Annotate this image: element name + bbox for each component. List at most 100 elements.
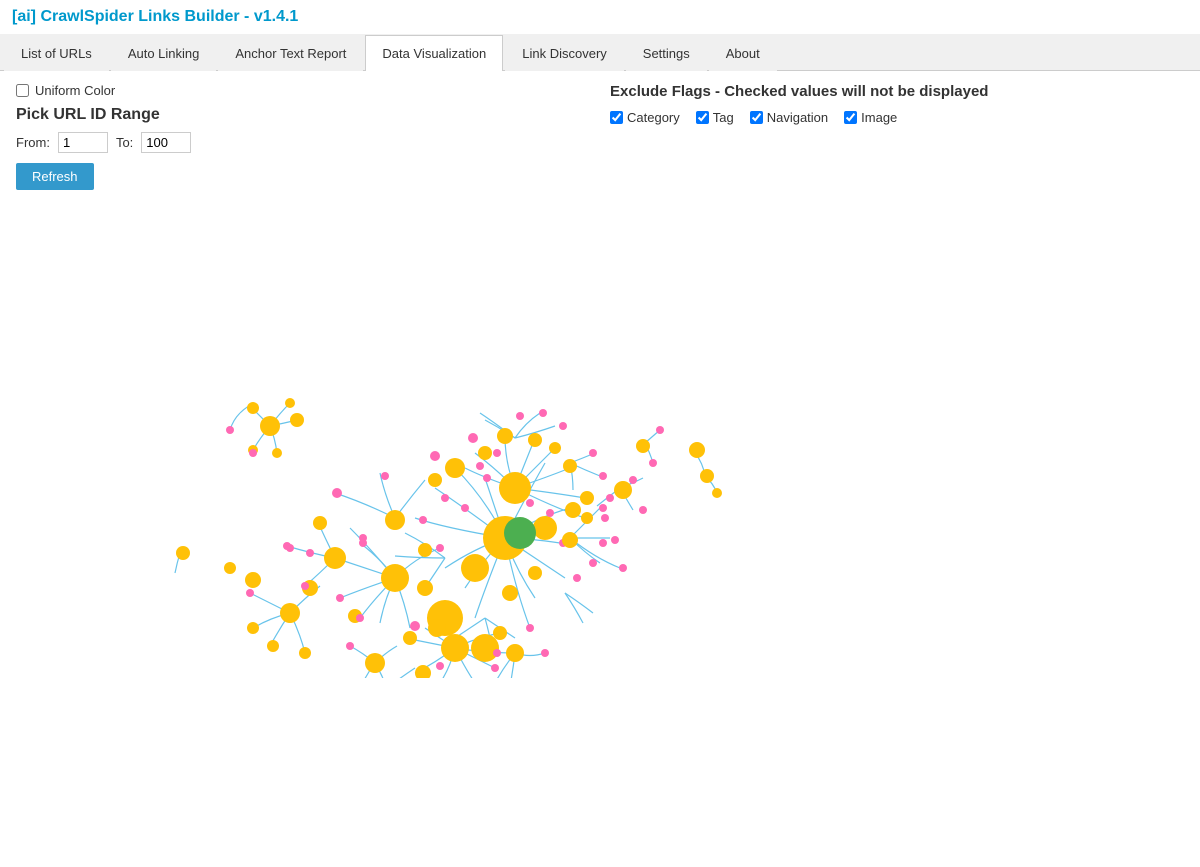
- flag-tag-checkbox[interactable]: [696, 111, 709, 124]
- node-ul2[interactable]: [290, 413, 304, 427]
- node-u5[interactable]: [549, 442, 561, 454]
- node-l4[interactable]: [385, 510, 405, 530]
- pink-l4[interactable]: [306, 549, 314, 557]
- node-l3[interactable]: [280, 603, 300, 623]
- pink-l7[interactable]: [283, 542, 291, 550]
- node-l8[interactable]: [417, 580, 433, 596]
- node-iso2[interactable]: [700, 469, 714, 483]
- node-b3[interactable]: [506, 644, 524, 662]
- node-green-center[interactable]: [504, 517, 536, 549]
- pink-l9[interactable]: [356, 614, 364, 622]
- node-iso4[interactable]: [176, 546, 190, 560]
- pink-b2[interactable]: [436, 662, 444, 670]
- from-input[interactable]: [58, 132, 108, 153]
- pink-6[interactable]: [589, 449, 597, 457]
- pink-b4[interactable]: [491, 664, 499, 672]
- node-l10[interactable]: [247, 622, 259, 634]
- pink-10[interactable]: [629, 476, 637, 484]
- pink-s6[interactable]: [573, 574, 581, 582]
- pink-r1[interactable]: [611, 536, 619, 544]
- pink-8[interactable]: [606, 494, 614, 502]
- pink-l6[interactable]: [301, 582, 309, 590]
- tab-list-of-urls[interactable]: List of URLs: [4, 35, 109, 71]
- pink-l10[interactable]: [336, 594, 344, 602]
- pink-b20[interactable]: [526, 624, 534, 632]
- to-input[interactable]: [141, 132, 191, 153]
- pink-l8[interactable]: [246, 589, 254, 597]
- node-misc1[interactable]: [428, 619, 446, 637]
- flag-category-checkbox[interactable]: [610, 111, 623, 124]
- node-u4[interactable]: [478, 446, 492, 460]
- node-u8[interactable]: [581, 512, 593, 524]
- pink-1[interactable]: [430, 451, 440, 461]
- pink-l13[interactable]: [419, 516, 427, 524]
- node-5[interactable]: [533, 516, 557, 540]
- refresh-button[interactable]: Refresh: [16, 163, 94, 190]
- pink-11[interactable]: [639, 506, 647, 514]
- pink-2[interactable]: [468, 433, 478, 443]
- pink-5[interactable]: [559, 422, 567, 430]
- node-misc5[interactable]: [428, 473, 442, 487]
- pink-r2[interactable]: [619, 564, 627, 572]
- pink-7[interactable]: [599, 472, 607, 480]
- node-b4[interactable]: [415, 665, 431, 678]
- pink-b12[interactable]: [346, 642, 354, 650]
- node-l7[interactable]: [365, 653, 385, 673]
- node-hub-2[interactable]: [499, 472, 531, 504]
- pink-s8[interactable]: [599, 539, 607, 547]
- to-spinner[interactable]: [141, 132, 191, 153]
- pink-l2[interactable]: [381, 472, 389, 480]
- node-u9[interactable]: [565, 502, 581, 518]
- pink-l1[interactable]: [332, 488, 342, 498]
- node-u11[interactable]: [636, 439, 650, 453]
- node-iso3[interactable]: [712, 488, 722, 498]
- node-ul3[interactable]: [247, 402, 259, 414]
- pink-l11[interactable]: [359, 539, 367, 547]
- node-l2[interactable]: [324, 547, 346, 569]
- pink-s7[interactable]: [589, 559, 597, 567]
- node-u2[interactable]: [497, 428, 513, 444]
- pink-s11[interactable]: [493, 449, 501, 457]
- node-b1[interactable]: [441, 634, 469, 662]
- pink-13[interactable]: [656, 426, 664, 434]
- tab-data-visualization[interactable]: Data Visualization: [365, 35, 503, 71]
- pink-12[interactable]: [649, 459, 657, 467]
- pink-s9[interactable]: [483, 474, 491, 482]
- node-u1[interactable]: [445, 458, 465, 478]
- node-la2[interactable]: [224, 562, 236, 574]
- node-hub-4[interactable]: [461, 554, 489, 582]
- pink-b6[interactable]: [493, 649, 501, 657]
- pink-r3[interactable]: [599, 504, 607, 512]
- pink-9[interactable]: [601, 514, 609, 522]
- node-u6[interactable]: [563, 459, 577, 473]
- node-b5[interactable]: [403, 631, 417, 645]
- flag-navigation-checkbox[interactable]: [750, 111, 763, 124]
- tab-anchor-text-report[interactable]: Anchor Text Report: [218, 35, 363, 71]
- node-u10[interactable]: [614, 481, 632, 499]
- node-6[interactable]: [471, 634, 499, 662]
- pink-b1[interactable]: [410, 621, 420, 631]
- node-iso1[interactable]: [689, 442, 705, 458]
- pink-3[interactable]: [516, 412, 524, 420]
- tab-link-discovery[interactable]: Link Discovery: [505, 35, 624, 71]
- node-ul4[interactable]: [285, 398, 295, 408]
- tab-auto-linking[interactable]: Auto Linking: [111, 35, 217, 71]
- node-misc3[interactable]: [528, 566, 542, 580]
- node-la1[interactable]: [245, 572, 261, 588]
- node-l11[interactable]: [267, 640, 279, 652]
- pink-l12[interactable]: [436, 544, 444, 552]
- uniform-color-checkbox[interactable]: [16, 84, 29, 97]
- node-l1[interactable]: [381, 564, 409, 592]
- node-b6[interactable]: [493, 626, 507, 640]
- node-misc2[interactable]: [502, 585, 518, 601]
- tab-settings[interactable]: Settings: [626, 35, 707, 71]
- pink-s3[interactable]: [526, 499, 534, 507]
- node-ul1[interactable]: [260, 416, 280, 436]
- pink-ul1[interactable]: [226, 426, 234, 434]
- pink-s1[interactable]: [441, 494, 449, 502]
- pink-s10[interactable]: [476, 462, 484, 470]
- pink-b19[interactable]: [541, 649, 549, 657]
- node-l12[interactable]: [299, 647, 311, 659]
- pink-s2[interactable]: [461, 504, 469, 512]
- pink-ul2[interactable]: [249, 449, 257, 457]
